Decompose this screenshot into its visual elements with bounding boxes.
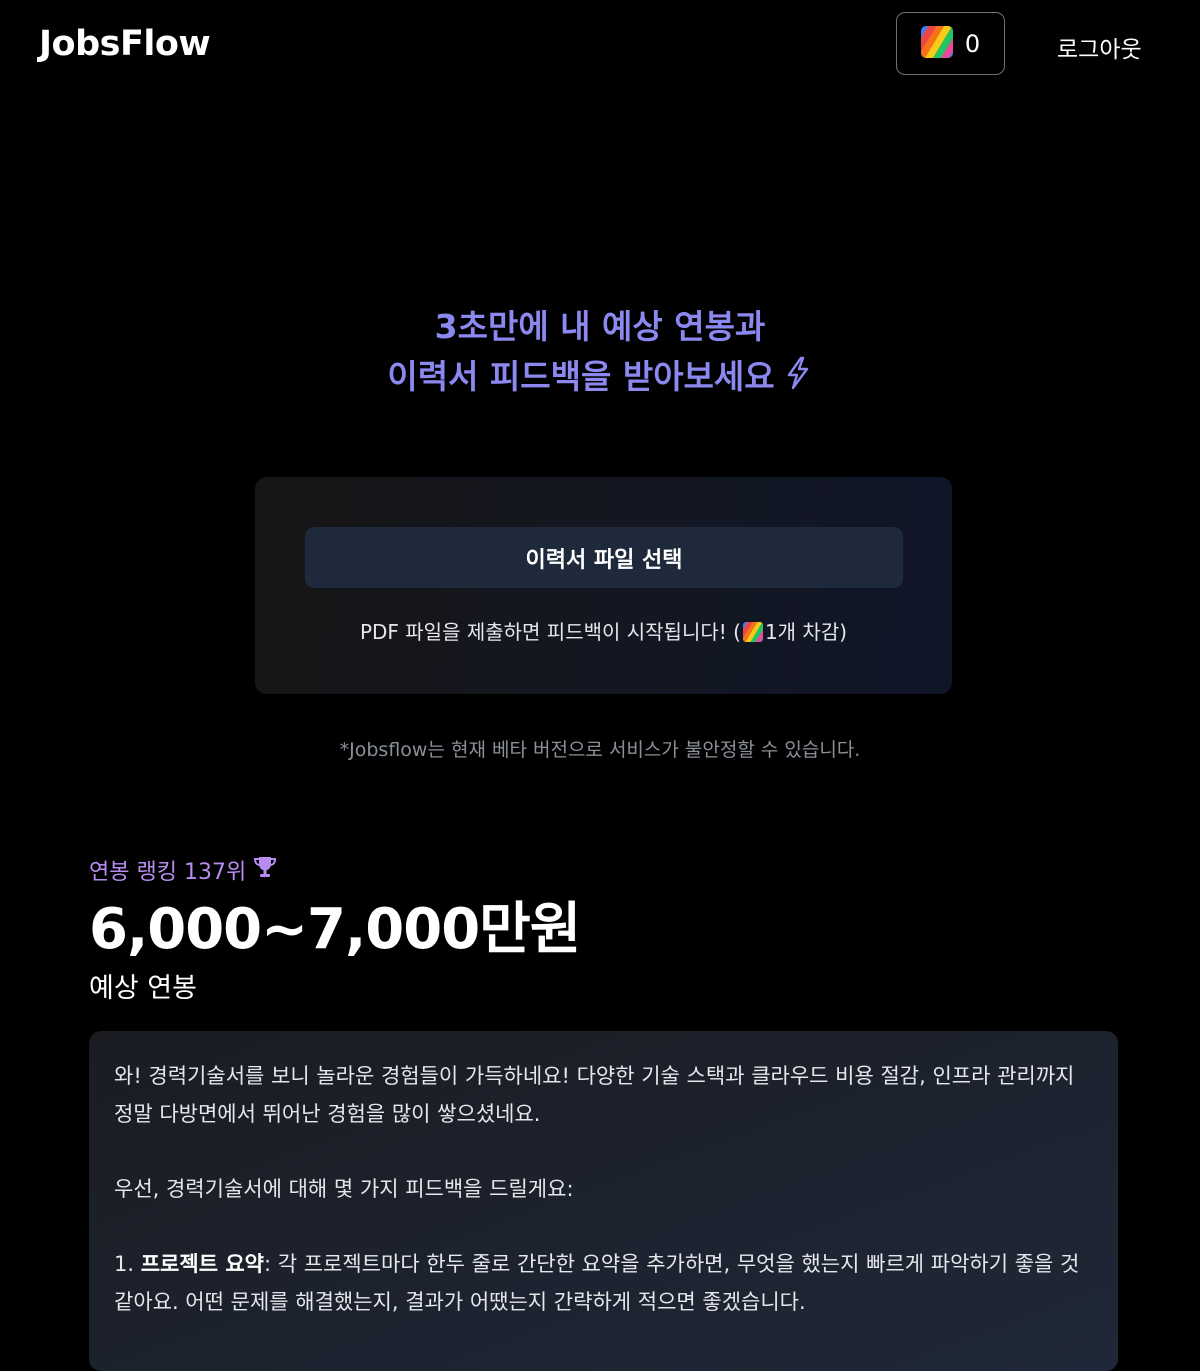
expected-salary-value: 6,000~7,000만원 bbox=[89, 897, 581, 962]
upload-hint: PDF 파일을 제출하면 피드백이 시작됩니다! ( 1개 차감) bbox=[255, 616, 952, 647]
upload-card: 이력서 파일 선택 PDF 파일을 제출하면 피드백이 시작됩니다! ( 1개 차… bbox=[255, 477, 952, 694]
salary-ranking: 연봉 랭킹 137위 bbox=[89, 854, 278, 886]
upload-hint-suffix: 1개 차감) bbox=[764, 620, 848, 644]
credit-balance-button[interactable]: 0 bbox=[896, 12, 1005, 75]
logout-button[interactable]: 로그아웃 bbox=[1057, 30, 1142, 64]
credit-count: 0 bbox=[964, 29, 981, 58]
feedback-item-1-number: 1. bbox=[114, 1252, 135, 1276]
feedback-card: 와! 경력기술서를 보니 놀라운 경험들이 가득하네요! 다양한 기술 스택과 … bbox=[89, 1031, 1118, 1371]
trophy-icon bbox=[252, 854, 278, 886]
hero-line-1: 3초만에 내 예상 연봉과 bbox=[434, 307, 766, 346]
hero-line-2: 이력서 피드백을 받아보세요 bbox=[0, 352, 1200, 404]
hero-heading: 3초만에 내 예상 연봉과 이력서 피드백을 받아보세요 bbox=[0, 302, 1200, 404]
feedback-item-1: 1. 프로젝트 요약: 각 프로젝트마다 한두 줄로 간단한 요약을 추가하면,… bbox=[114, 1245, 1092, 1321]
feedback-lead: 우선, 경력기술서에 대해 몇 가지 피드백을 드릴게요: bbox=[114, 1177, 574, 1201]
feedback-intro: 와! 경력기술서를 보니 놀라운 경험들이 가득하네요! 다양한 기술 스택과 … bbox=[114, 1064, 1075, 1126]
rainbow-stripes-icon bbox=[920, 25, 953, 62]
salary-ranking-text: 연봉 랭킹 137위 bbox=[89, 860, 247, 885]
header: JobsFlow 0 로그아웃 bbox=[0, 0, 1200, 90]
select-resume-file-button[interactable]: 이력서 파일 선택 bbox=[305, 527, 903, 588]
hero-line-2-text: 이력서 피드백을 받아보세요 bbox=[387, 357, 775, 396]
expected-salary-label: 예상 연봉 bbox=[89, 973, 197, 1004]
upload-hint-prefix: PDF 파일을 제출하면 피드백이 시작됩니다! ( bbox=[359, 620, 741, 644]
logo[interactable]: JobsFlow bbox=[39, 24, 211, 64]
feedback-item-1-title: 프로젝트 요약 bbox=[140, 1252, 264, 1276]
lightning-bolt-icon bbox=[783, 354, 813, 404]
rainbow-stripes-icon bbox=[742, 622, 763, 647]
beta-notice: *Jobsflow는 현재 베타 버전으로 서비스가 불안정할 수 있습니다. bbox=[339, 739, 861, 761]
